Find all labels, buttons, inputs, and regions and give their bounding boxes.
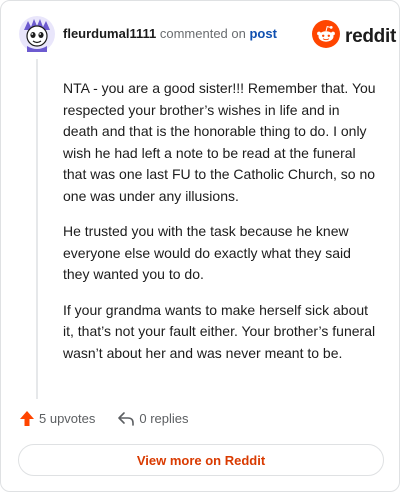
reddit-wordmark: reddit <box>345 25 396 47</box>
commented-on-text: commented on <box>159 26 246 41</box>
reddit-logo[interactable]: reddit <box>312 20 396 53</box>
username-link[interactable]: fleurdumal1111 <box>63 26 156 41</box>
comment-paragraph: NTA - you are a good sister!!! Remember … <box>63 80 376 204</box>
comment-header: fleurdumal1111 commented on post <box>63 26 277 42</box>
replies-count: 0 replies <box>139 411 189 426</box>
view-more-on-reddit-button[interactable]: View more on Reddit <box>18 444 384 476</box>
comment-paragraph: If your grandma wants to make herself si… <box>63 301 376 361</box>
reply-arrow-icon <box>117 411 135 427</box>
upvote-arrow-icon <box>19 410 35 427</box>
upvote-button[interactable]: 5 upvotes <box>19 410 95 427</box>
comment-actions: 5 upvotes 0 replies <box>19 410 189 427</box>
comment-body: NTA - you are a good sister!!! Remember … <box>63 78 378 378</box>
comment-embed-card: fleurdumal1111 commented on post reddit … <box>0 0 400 492</box>
user-avatar-icon[interactable] <box>19 16 55 52</box>
thread-line <box>36 59 38 399</box>
reddit-alien-icon <box>312 20 340 53</box>
comment-paragraph: He trusted you with the task because he … <box>63 223 351 282</box>
upvotes-count: 5 upvotes <box>39 411 96 426</box>
post-link[interactable]: post <box>249 26 276 41</box>
reply-button[interactable]: 0 replies <box>117 411 189 427</box>
